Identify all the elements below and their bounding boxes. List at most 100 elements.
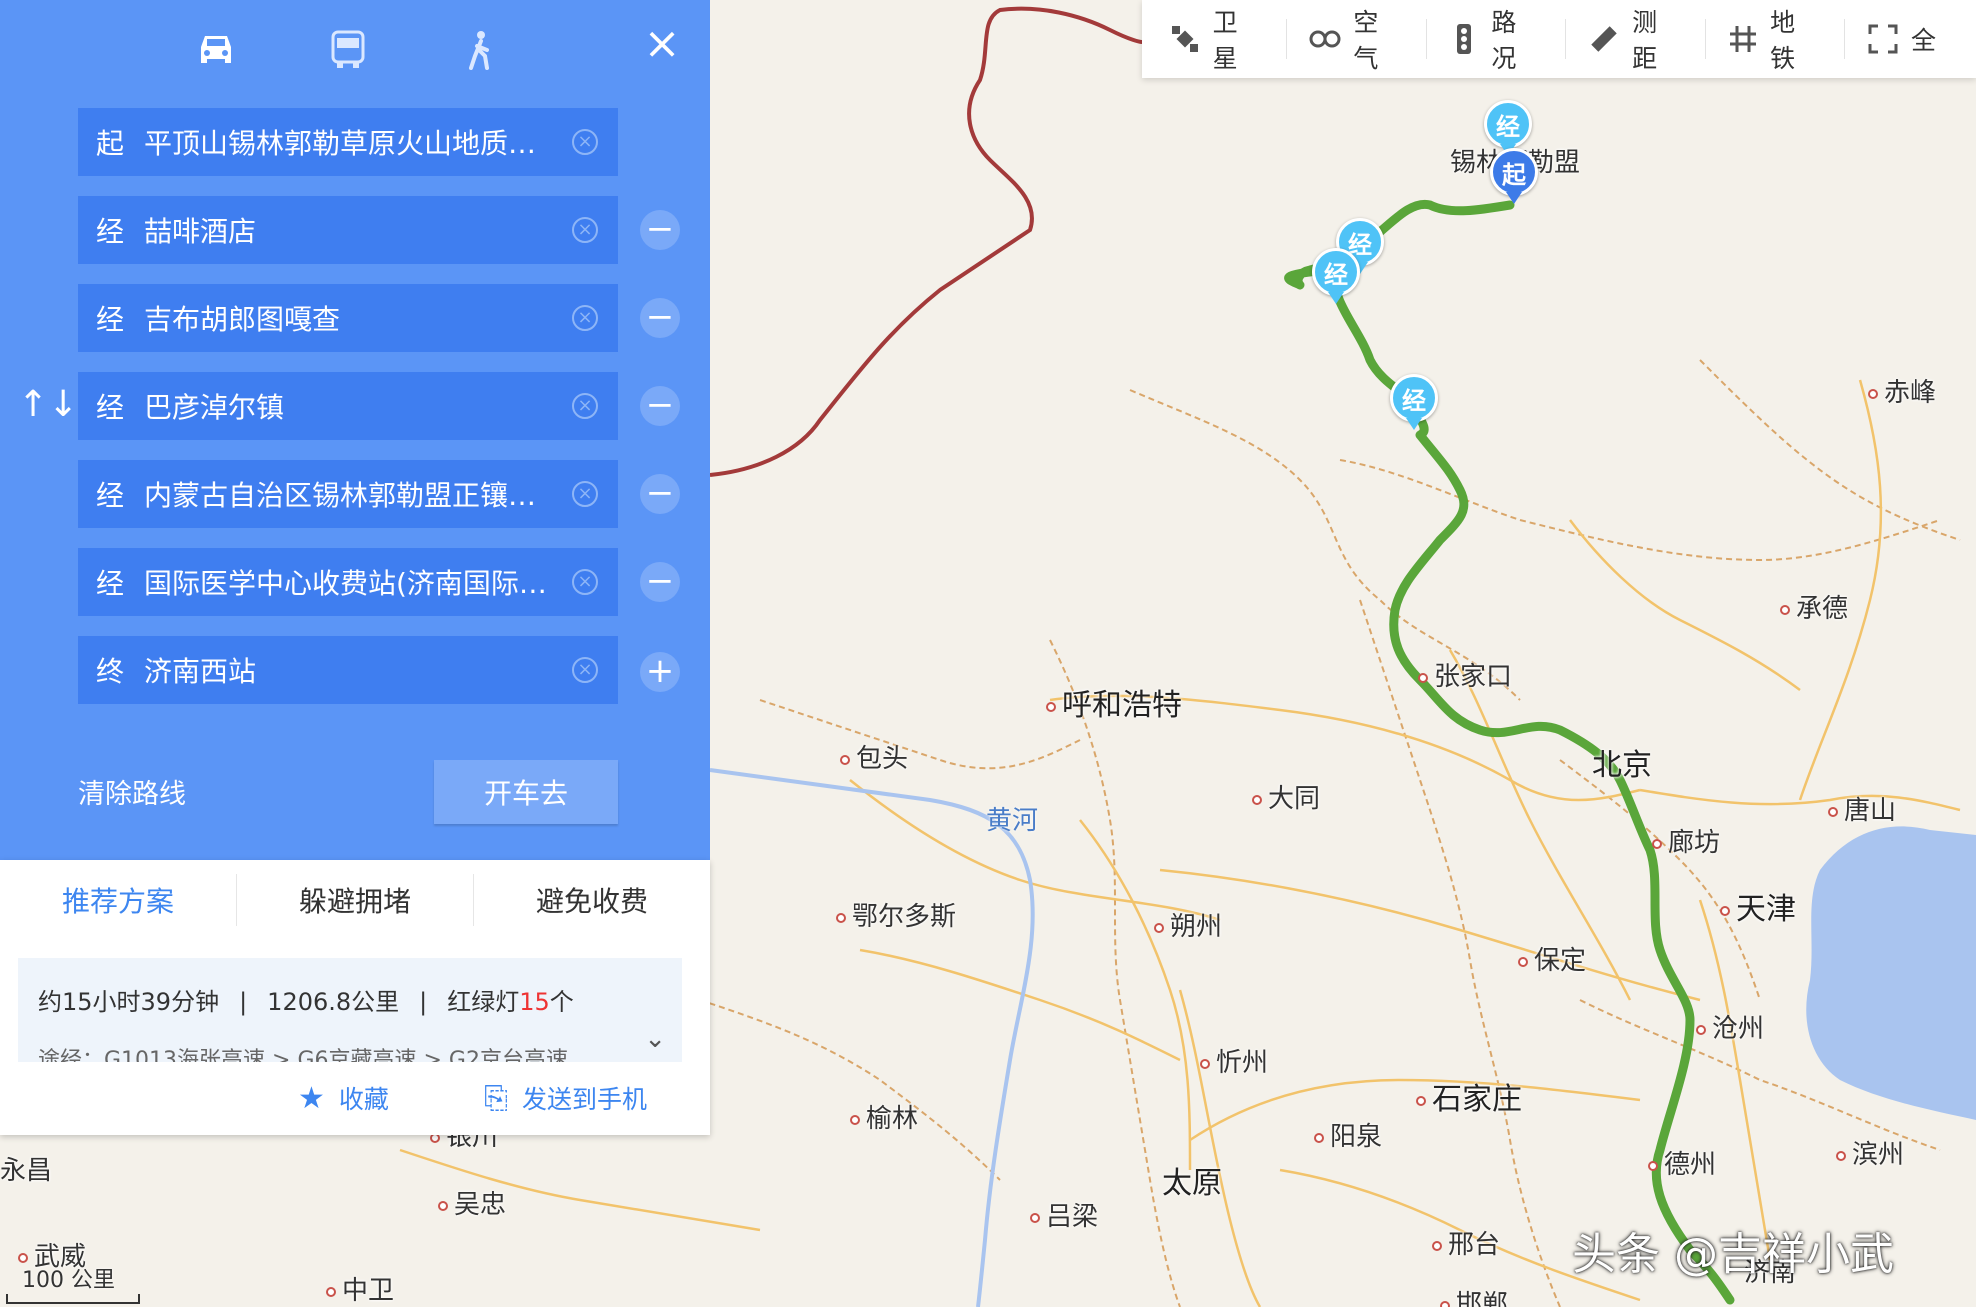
city-dot [326,1286,336,1297]
minus-icon: − [645,385,675,425]
toolbar-ruler[interactable]: 测距 [1580,8,1706,73]
city-label-wuzhong[interactable]: 吴忠 [438,1184,506,1221]
city-label-yangquan[interactable]: 阳泉 [1314,1116,1382,1153]
clear-input-icon[interactable]: × [572,657,598,683]
fullscreen-icon [1867,23,1899,55]
city-label-chifeng[interactable]: 赤峰 [1868,372,1936,409]
tab-avoid-congestion[interactable]: 躲避拥堵 [237,874,474,926]
city-dot [1046,701,1056,712]
city-label-zhangjiakou[interactable]: 张家口 [1418,656,1512,693]
route-result-area: 推荐方案 躲避拥堵 避免收费 约15小时39分钟 | 1206.8公里 | 红绿灯15个… [0,860,710,1135]
city-label-chengde[interactable]: 承德 [1780,588,1848,625]
waypoint-via-field-5[interactable]: 经 国际医学中心收费站(济南国际… × [78,548,618,616]
via-pin-4[interactable]: 经 [1390,374,1438,434]
route-summary-card[interactable]: 约15小时39分钟 | 1206.8公里 | 红绿灯15个 途经：G1013海张高速 >… [18,958,682,1062]
remove-waypoint-button-1[interactable]: − [640,210,680,250]
city-label-datong[interactable]: 大同 [1252,778,1320,815]
clear-input-icon[interactable]: × [572,217,598,243]
traffic-lights-suffix: 个 [549,988,574,1016]
city-dot [1518,956,1528,967]
clear-input-icon[interactable]: × [572,129,598,155]
toolbar-air[interactable]: 空气 [1301,8,1427,73]
clear-route-link[interactable]: 清除路线 [78,772,186,811]
start-driving-button[interactable]: 开车去 [434,760,618,824]
toolbar-subway[interactable]: 地铁 [1720,8,1845,73]
city-dot [1648,1160,1658,1171]
city-label-ordos[interactable]: 鄂尔多斯 [836,896,956,933]
mode-tab-car[interactable] [186,22,246,78]
swap-waypoints-button[interactable]: ↑↓ [18,384,78,425]
plus-icon: + [645,651,675,691]
waypoint-via-field-4[interactable]: 经 内蒙古自治区锡林郭勒盟正镶… × [78,460,618,528]
toolbar-traffic[interactable]: 路况 [1441,8,1567,73]
favorite-label: 收藏 [338,1085,389,1114]
city-label-binzhou[interactable]: 滨州 [1836,1134,1904,1171]
city-label-baoding[interactable]: 保定 [1518,940,1586,977]
city-label-shuozhou[interactable]: 朔州 [1154,906,1222,943]
car-icon [201,36,231,63]
remove-waypoint-button-5[interactable]: − [640,562,680,602]
separator: | [239,988,248,1016]
waypoint-start-field[interactable]: 起 平顶山锡林郭勒草原火山地质… × [78,108,618,176]
waypoint-tag: 终 [96,655,125,688]
waypoint-via-field-3[interactable]: 经 巴彦淖尔镇 × [78,372,618,440]
mode-tab-walk[interactable] [450,22,510,78]
separator: | [419,988,428,1016]
mode-tab-bus[interactable] [318,22,378,78]
waypoint-name: 平顶山锡林郭勒草原火山地质… [144,127,537,160]
city-dot [1200,1058,1210,1069]
clear-input-icon[interactable]: × [572,481,598,507]
send-to-phone-button[interactable]: ⎘ 发送到手机 [484,1080,647,1116]
city-dot [1418,672,1428,683]
waypoint-end-field[interactable]: 终 济南西站 × [78,636,618,704]
tab-recommended[interactable]: 推荐方案 [0,874,237,926]
toolbar-satellite[interactable]: 卫星 [1162,8,1288,73]
city-label-xinzhou[interactable]: 忻州 [1200,1042,1268,1079]
route-summary-line: 约15小时39分钟 | 1206.8公里 | 红绿灯15个 [38,982,574,1017]
chevron-down-icon[interactable]: ⌄ [644,1024,666,1054]
toolbar-fullscreen[interactable]: 全 [1859,19,1962,59]
pin-bubble: 经 [1390,374,1438,422]
route-distance: 1206.8公里 [267,988,400,1016]
waypoint-via-field-1[interactable]: 经 喆啡酒店 × [78,196,618,264]
city-label-cangzhou[interactable]: 沧州 [1696,1008,1764,1045]
close-panel-button[interactable]: × [640,22,684,66]
city-label-baotou[interactable]: 包头 [840,738,908,775]
tab-avoid-tolls[interactable]: 避免收费 [474,874,710,926]
city-label-zhongwei[interactable]: 中卫 [326,1270,394,1307]
waypoint-name: 巴彦淖尔镇 [144,391,285,424]
waypoint-via-field-2[interactable]: 经 吉布胡郎图嘎查 × [78,284,618,352]
remove-waypoint-button-4[interactable]: − [640,474,680,514]
city-label-beijing[interactable]: 北京 [1592,740,1652,784]
waypoint-name: 内蒙古自治区锡林郭勒盟正镶… [144,479,537,512]
clear-input-icon[interactable]: × [572,305,598,331]
pin-tail [1328,292,1344,304]
city-dot [1440,1300,1450,1307]
city-label-langfang[interactable]: 廊坊 [1652,822,1720,859]
city-label-lvliang[interactable]: 吕梁 [1030,1196,1098,1233]
add-waypoint-button[interactable]: + [640,652,680,692]
via-pin-3[interactable]: 经 [1312,248,1360,308]
city-label-hohhot[interactable]: 呼和浩特 [1046,680,1182,724]
city-label-yongchang[interactable]: 永昌 [0,1150,52,1187]
send-to-phone-label: 发送到手机 [522,1085,648,1114]
star-icon: ★ [298,1080,325,1116]
minus-icon: − [645,473,675,513]
route-duration: 约15小时39分钟 [38,988,220,1016]
city-label-tianjin[interactable]: 天津 [1720,884,1796,928]
city-label-tangshan[interactable]: 唐山 [1828,790,1896,827]
watermark: 头条 @吉祥小武 [1572,1229,1894,1280]
city-label-shijiazhuang[interactable]: 石家庄 [1416,1074,1522,1118]
remove-waypoint-button-2[interactable]: − [640,298,680,338]
clear-input-icon[interactable]: × [572,393,598,419]
city-label-dezhou[interactable]: 德州 [1648,1144,1716,1181]
city-dot [1780,604,1790,615]
favorite-button[interactable]: ★ 收藏 [298,1080,389,1116]
city-label-handan[interactable]: 邯郸 [1440,1284,1508,1307]
remove-waypoint-button-3[interactable]: − [640,386,680,426]
start-pin[interactable]: 起 [1490,148,1538,208]
city-label-yulin[interactable]: 榆林 [850,1098,918,1135]
clear-input-icon[interactable]: × [572,569,598,595]
city-label-taiyuan[interactable]: 太原 [1162,1158,1222,1202]
city-label-xingtai[interactable]: 邢台 [1432,1224,1500,1261]
